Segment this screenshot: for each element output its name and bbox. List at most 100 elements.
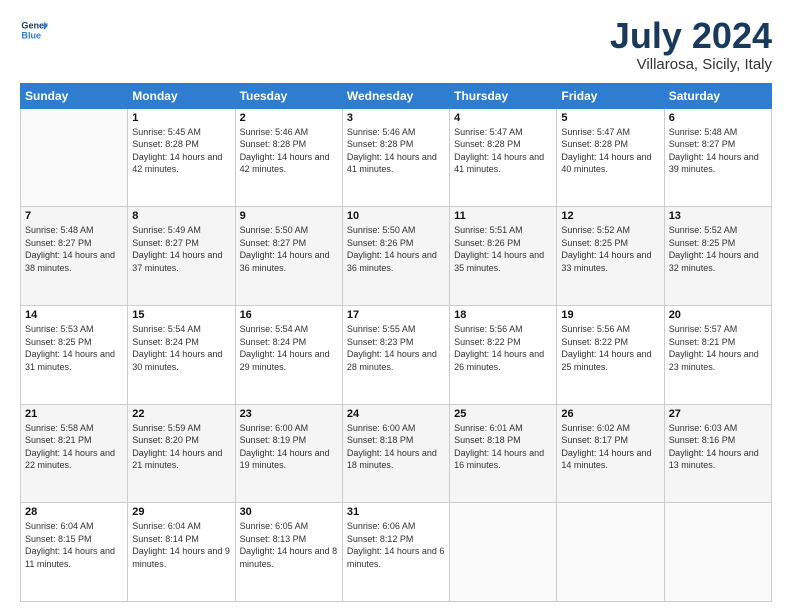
day-info: Sunrise: 5:47 AMSunset: 8:28 PMDaylight:… (454, 126, 552, 176)
table-row: 19 Sunrise: 5:56 AMSunset: 8:22 PMDayligh… (557, 305, 664, 404)
table-row: 26 Sunrise: 6:02 AMSunset: 8:17 PMDayligh… (557, 404, 664, 503)
day-number: 27 (669, 408, 767, 420)
svg-text:Blue: Blue (21, 30, 41, 40)
table-row: 16Sunrise: 5:54 AMSunset: 8:24 PMDayligh… (235, 305, 342, 404)
day-number: 30 (240, 506, 338, 518)
calendar-week-row: 14Sunrise: 5:53 AMSunset: 8:25 PMDayligh… (21, 305, 772, 404)
col-tuesday: Tuesday (235, 83, 342, 108)
day-info: Sunrise: 5:46 AMSunset: 8:28 PMDaylight:… (347, 126, 445, 176)
calendar-table: Sunday Monday Tuesday Wednesday Thursday… (20, 83, 772, 602)
table-row: 28 Sunrise: 6:04 AMSunset: 8:15 PMDayligh… (21, 503, 128, 602)
day-number: 2 (240, 112, 338, 124)
day-info: Sunrise: 5:56 AMSunset: 8:22 PMDaylight:… (454, 323, 552, 373)
calendar-week-row: 21 Sunrise: 5:58 AMSunset: 8:21 PMDayligh… (21, 404, 772, 503)
day-number: 5 (561, 112, 659, 124)
day-number: 20 (669, 309, 767, 321)
day-info: Sunrise: 5:45 AMSunset: 8:28 PMDaylight:… (132, 126, 230, 176)
day-number: 6 (669, 112, 767, 124)
table-row (450, 503, 557, 602)
day-info: Sunrise: 5:52 AMSunset: 8:25 PMDaylight:… (561, 224, 659, 274)
day-info: Sunrise: 6:02 AMSunset: 8:17 PMDaylight:… (561, 422, 659, 472)
day-info: Sunrise: 5:48 AMSunset: 8:27 PMDaylight:… (669, 126, 767, 176)
logo: General Blue (20, 16, 50, 44)
col-friday: Friday (557, 83, 664, 108)
table-row (21, 108, 128, 207)
day-number: 29 (132, 506, 230, 518)
table-row: 31Sunrise: 6:06 AMSunset: 8:12 PMDayligh… (342, 503, 449, 602)
day-number: 21 (25, 408, 123, 420)
table-row: 29 Sunrise: 6:04 AMSunset: 8:14 PMDayligh… (128, 503, 235, 602)
table-row: 3 Sunrise: 5:46 AMSunset: 8:28 PMDaylight… (342, 108, 449, 207)
day-number: 12 (561, 210, 659, 222)
day-info: Sunrise: 6:04 AMSunset: 8:14 PMDaylight:… (132, 520, 230, 570)
table-row: 6 Sunrise: 5:48 AMSunset: 8:27 PMDaylight… (664, 108, 771, 207)
day-number: 17 (347, 309, 445, 321)
title-block: July 2024 Villarosa, Sicily, Italy (610, 16, 772, 73)
day-info: Sunrise: 5:50 AMSunset: 8:26 PMDaylight:… (347, 224, 445, 274)
day-info: Sunrise: 6:03 AMSunset: 8:16 PMDaylight:… (669, 422, 767, 472)
table-row: 17 Sunrise: 5:55 AMSunset: 8:23 PMDayligh… (342, 305, 449, 404)
day-info: Sunrise: 5:47 AMSunset: 8:28 PMDaylight:… (561, 126, 659, 176)
day-info: Sunrise: 5:52 AMSunset: 8:25 PMDaylight:… (669, 224, 767, 274)
day-info: Sunrise: 5:49 AMSunset: 8:27 PMDaylight:… (132, 224, 230, 274)
table-row: 12 Sunrise: 5:52 AMSunset: 8:25 PMDayligh… (557, 207, 664, 306)
day-info: Sunrise: 5:53 AMSunset: 8:25 PMDaylight:… (25, 323, 123, 373)
page: General Blue July 2024 Villarosa, Sicily… (0, 0, 792, 612)
month-title: July 2024 (610, 16, 772, 56)
day-number: 4 (454, 112, 552, 124)
day-info: Sunrise: 5:51 AMSunset: 8:26 PMDaylight:… (454, 224, 552, 274)
location: Villarosa, Sicily, Italy (610, 56, 772, 73)
table-row: 9Sunrise: 5:50 AMSunset: 8:27 PMDaylight… (235, 207, 342, 306)
table-row: 14Sunrise: 5:53 AMSunset: 8:25 PMDayligh… (21, 305, 128, 404)
table-row: 18 Sunrise: 5:56 AMSunset: 8:22 PMDayligh… (450, 305, 557, 404)
day-number: 25 (454, 408, 552, 420)
table-row: 23Sunrise: 6:00 AMSunset: 8:19 PMDayligh… (235, 404, 342, 503)
table-row: 4 Sunrise: 5:47 AMSunset: 8:28 PMDaylight… (450, 108, 557, 207)
day-info: Sunrise: 5:56 AMSunset: 8:22 PMDaylight:… (561, 323, 659, 373)
header: General Blue July 2024 Villarosa, Sicily… (20, 16, 772, 73)
day-number: 28 (25, 506, 123, 518)
day-info: Sunrise: 5:54 AMSunset: 8:24 PMDaylight:… (240, 323, 338, 373)
logo-icon: General Blue (20, 16, 48, 44)
day-info: Sunrise: 6:04 AMSunset: 8:15 PMDaylight:… (25, 520, 123, 570)
day-info: Sunrise: 5:59 AMSunset: 8:20 PMDaylight:… (132, 422, 230, 472)
calendar-week-row: 7 Sunrise: 5:48 AMSunset: 8:27 PMDaylight… (21, 207, 772, 306)
day-info: Sunrise: 5:58 AMSunset: 8:21 PMDaylight:… (25, 422, 123, 472)
calendar-week-row: 28 Sunrise: 6:04 AMSunset: 8:15 PMDayligh… (21, 503, 772, 602)
table-row: 27 Sunrise: 6:03 AMSunset: 8:16 PMDayligh… (664, 404, 771, 503)
day-info: Sunrise: 6:05 AMSunset: 8:13 PMDaylight:… (240, 520, 338, 570)
day-info: Sunrise: 5:48 AMSunset: 8:27 PMDaylight:… (25, 224, 123, 274)
day-number: 26 (561, 408, 659, 420)
day-info: Sunrise: 5:57 AMSunset: 8:21 PMDaylight:… (669, 323, 767, 373)
table-row: 21 Sunrise: 5:58 AMSunset: 8:21 PMDayligh… (21, 404, 128, 503)
day-info: Sunrise: 6:01 AMSunset: 8:18 PMDaylight:… (454, 422, 552, 472)
day-number: 7 (25, 210, 123, 222)
table-row: 13 Sunrise: 5:52 AMSunset: 8:25 PMDayligh… (664, 207, 771, 306)
table-row: 24Sunrise: 6:00 AMSunset: 8:18 PMDayligh… (342, 404, 449, 503)
day-number: 9 (240, 210, 338, 222)
calendar-header-row: Sunday Monday Tuesday Wednesday Thursday… (21, 83, 772, 108)
day-info: Sunrise: 6:00 AMSunset: 8:18 PMDaylight:… (347, 422, 445, 472)
col-thursday: Thursday (450, 83, 557, 108)
day-info: Sunrise: 5:54 AMSunset: 8:24 PMDaylight:… (132, 323, 230, 373)
table-row: 25 Sunrise: 6:01 AMSunset: 8:18 PMDayligh… (450, 404, 557, 503)
calendar-week-row: 1 Sunrise: 5:45 AMSunset: 8:28 PMDaylight… (21, 108, 772, 207)
table-row: 8 Sunrise: 5:49 AMSunset: 8:27 PMDaylight… (128, 207, 235, 306)
day-number: 18 (454, 309, 552, 321)
day-info: Sunrise: 5:55 AMSunset: 8:23 PMDaylight:… (347, 323, 445, 373)
table-row: 5 Sunrise: 5:47 AMSunset: 8:28 PMDaylight… (557, 108, 664, 207)
table-row: 10 Sunrise: 5:50 AMSunset: 8:26 PMDayligh… (342, 207, 449, 306)
table-row: 20 Sunrise: 5:57 AMSunset: 8:21 PMDayligh… (664, 305, 771, 404)
day-number: 8 (132, 210, 230, 222)
table-row (664, 503, 771, 602)
table-row: 11Sunrise: 5:51 AMSunset: 8:26 PMDayligh… (450, 207, 557, 306)
day-number: 10 (347, 210, 445, 222)
day-number: 1 (132, 112, 230, 124)
col-sunday: Sunday (21, 83, 128, 108)
day-info: Sunrise: 6:00 AMSunset: 8:19 PMDaylight:… (240, 422, 338, 472)
day-number: 13 (669, 210, 767, 222)
table-row: 30 Sunrise: 6:05 AMSunset: 8:13 PMDayligh… (235, 503, 342, 602)
day-number: 3 (347, 112, 445, 124)
day-number: 19 (561, 309, 659, 321)
col-saturday: Saturday (664, 83, 771, 108)
